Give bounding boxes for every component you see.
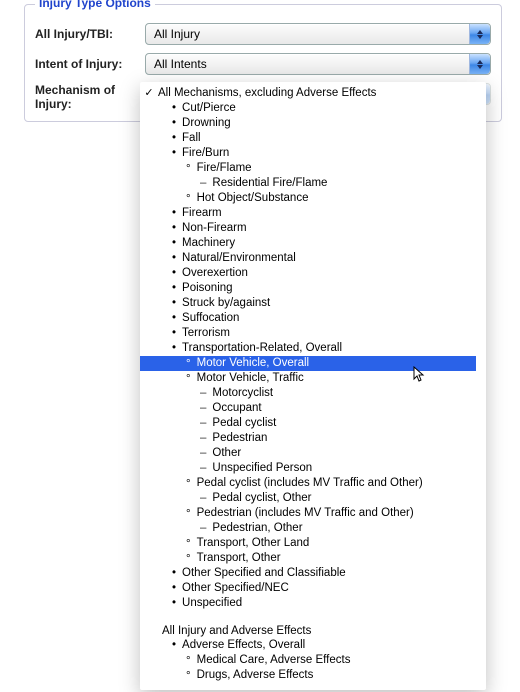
dropdown-item-label: Unspecified Person [200, 461, 312, 476]
label-mechanism: Mechanism of Injury: [35, 83, 145, 111]
dropdown-item-label: Pedal cyclist [200, 416, 276, 431]
dropdown-item-label: Drowning [172, 116, 231, 131]
dropdown-item-label: Struck by/against [172, 296, 270, 311]
dropdown-item[interactable]: ✓All Mechanisms, excluding Adverse Effec… [140, 86, 476, 101]
dropdown-item-label: Pedestrian, Other [200, 521, 303, 536]
label-intent: Intent of Injury: [35, 57, 145, 71]
dropdown-item[interactable]: Drowning [140, 116, 476, 131]
dropdown-item-label: Fire/Flame [186, 161, 252, 176]
dropdown-item[interactable]: Pedal cyclist (includes MV Traffic and O… [140, 476, 476, 491]
dropdown-item-label: Other Specified and Classifiable [172, 566, 346, 581]
dropdown-list-section1: ✓All Mechanisms, excluding Adverse Effec… [140, 86, 486, 611]
label-all-injury: All Injury/TBI: [35, 27, 145, 41]
dropdown-item[interactable]: Cut/Pierce [140, 101, 476, 116]
dropdown-item-label: Machinery [172, 236, 235, 251]
dropdown-item[interactable]: Other [140, 446, 476, 461]
dropdown-item-label: Transport, Other Land [186, 536, 309, 551]
dropdown-item[interactable]: Fire/Burn [140, 146, 476, 161]
dropdown-item-label: Unspecified [172, 596, 242, 611]
dropdown-item[interactable]: Poisoning [140, 281, 476, 296]
dropdown-item[interactable]: Transport, Other [140, 551, 476, 566]
dropdown-item-label: Pedal cyclist, Other [200, 491, 311, 506]
dropdown-item-label: Occupant [200, 401, 262, 416]
dropdown-item-label: Transport, Other [186, 551, 281, 566]
dropdown-item-label: Fire/Burn [172, 146, 229, 161]
select-intent[interactable]: All Intents [145, 53, 491, 75]
dropdown-item[interactable]: Unspecified Person [140, 461, 476, 476]
select-all-injury-value: All Injury [154, 27, 200, 41]
dropdown-item[interactable]: Drugs, Adverse Effects [140, 668, 476, 683]
dropdown-item-label: Motor Vehicle, Overall [186, 356, 309, 371]
dropdown-item[interactable]: Transport, Other Land [140, 536, 476, 551]
dropdown-item-label: Motor Vehicle, Traffic [186, 371, 304, 386]
dropdown-item[interactable]: Pedestrian [140, 431, 476, 446]
dropdown-item-label: Residential Fire/Flame [200, 176, 327, 191]
dropdown-item-label: Terrorism [172, 326, 230, 341]
row-all-injury: All Injury/TBI: All Injury [35, 23, 491, 45]
dropdown-item[interactable]: Struck by/against [140, 296, 476, 311]
dropdown-item-label: Motorcyclist [200, 386, 273, 401]
dropdown-item[interactable]: Residential Fire/Flame [140, 176, 476, 191]
dropdown-item[interactable]: Occupant [140, 401, 476, 416]
panel-legend: Injury Type Options [35, 0, 155, 10]
select-all-injury[interactable]: All Injury [145, 23, 491, 45]
dropdown-item-label: Medical Care, Adverse Effects [186, 653, 350, 668]
updown-icon [469, 54, 490, 74]
dropdown-list-section2: Adverse Effects, OverallMedical Care, Ad… [140, 638, 486, 683]
dropdown-item[interactable]: Overexertion [140, 266, 476, 281]
dropdown-item[interactable]: Motorcyclist [140, 386, 476, 401]
dropdown-item[interactable]: Transportation-Related, Overall [140, 341, 476, 356]
dropdown-item-label: Drugs, Adverse Effects [186, 668, 313, 683]
dropdown-item-label: Pedestrian [200, 431, 267, 446]
mechanism-dropdown-popup[interactable]: ✓All Mechanisms, excluding Adverse Effec… [140, 82, 486, 690]
dropdown-item[interactable]: Pedal cyclist, Other [140, 491, 476, 506]
check-icon: ✓ [140, 86, 158, 101]
dropdown-item[interactable]: Suffocation [140, 311, 476, 326]
dropdown-section-heading[interactable]: All Injury and Adverse Effects [140, 623, 486, 638]
dropdown-item-label: Pedestrian (includes MV Traffic and Othe… [186, 506, 414, 521]
select-intent-value: All Intents [154, 57, 207, 71]
dropdown-item-label: Firearm [172, 206, 222, 221]
dropdown-item[interactable]: Terrorism [140, 326, 476, 341]
dropdown-item-label: Suffocation [172, 311, 239, 326]
dropdown-item-label: Other Specified/NEC [172, 581, 289, 596]
dropdown-item-label: Overexertion [172, 266, 248, 281]
dropdown-item-label: Transportation-Related, Overall [172, 341, 342, 356]
dropdown-item-label: Poisoning [172, 281, 233, 296]
dropdown-item[interactable]: Medical Care, Adverse Effects [140, 653, 476, 668]
dropdown-item[interactable]: Pedal cyclist [140, 416, 476, 431]
dropdown-item-label: Other [200, 446, 241, 461]
row-intent: Intent of Injury: All Intents [35, 53, 491, 75]
dropdown-item[interactable]: Natural/Environmental [140, 251, 476, 266]
dropdown-item[interactable]: Other Specified and Classifiable [140, 566, 476, 581]
dropdown-item-label: Hot Object/Substance [186, 191, 308, 206]
dropdown-item-label: Non-Firearm [172, 221, 247, 236]
dropdown-item[interactable]: Non-Firearm [140, 221, 476, 236]
dropdown-item-label: All Mechanisms, excluding Adverse Effect… [158, 86, 376, 101]
dropdown-item[interactable]: Hot Object/Substance [140, 191, 476, 206]
updown-icon [469, 24, 490, 44]
dropdown-item-label: Pedal cyclist (includes MV Traffic and O… [186, 476, 423, 491]
dropdown-item[interactable]: Firearm [140, 206, 476, 221]
dropdown-item[interactable]: Machinery [140, 236, 476, 251]
dropdown-item[interactable]: Pedestrian, Other [140, 521, 476, 536]
dropdown-item-label: Fall [172, 131, 201, 146]
dropdown-item[interactable]: Motor Vehicle, Traffic [140, 371, 476, 386]
dropdown-item-label: Adverse Effects, Overall [172, 638, 305, 653]
dropdown-item[interactable]: Unspecified [140, 596, 476, 611]
dropdown-item[interactable]: Fall [140, 131, 476, 146]
dropdown-item[interactable]: Fire/Flame [140, 161, 476, 176]
dropdown-item[interactable]: Motor Vehicle, Overall [140, 356, 476, 371]
dropdown-item[interactable]: Other Specified/NEC [140, 581, 476, 596]
dropdown-item[interactable]: Pedestrian (includes MV Traffic and Othe… [140, 506, 476, 521]
dropdown-item-label: Cut/Pierce [172, 101, 236, 116]
dropdown-item[interactable]: Adverse Effects, Overall [140, 638, 476, 653]
dropdown-item-label: Natural/Environmental [172, 251, 296, 266]
